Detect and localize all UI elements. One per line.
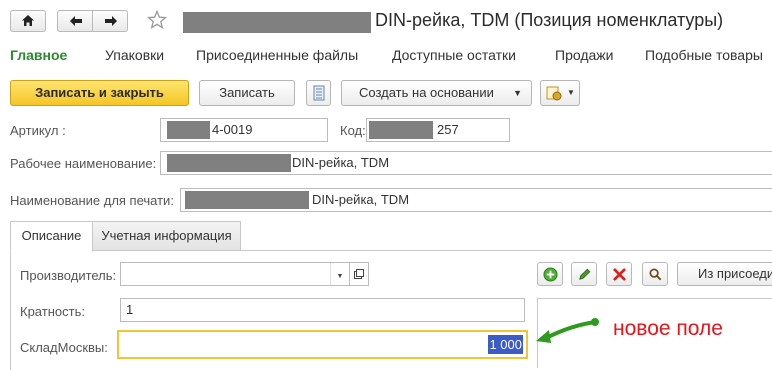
redacted-block [185,191,309,209]
tab-sales[interactable]: Продажи [555,47,613,63]
print-name-value: DIN-рейка, TDM [312,192,410,207]
pencil-icon [579,268,591,280]
print-menu-button[interactable]: ▼ [540,80,580,106]
redacted-block [167,121,210,139]
from-attached-label: Из присоеди [698,266,772,281]
home-icon [22,15,34,26]
tab-attached-files[interactable]: Присоединенные файлы [196,47,358,63]
open-window-icon [354,269,364,279]
forward-button[interactable] [92,10,128,32]
save-and-close-button[interactable]: Записать и закрыть [10,80,189,106]
delete-x-icon [613,268,626,281]
work-name-value: DIN-рейка, TDM [292,155,390,170]
dropdown-triangle-icon: ▼ [336,273,344,280]
work-name-label: Рабочее наименование: [10,156,157,171]
tab-main[interactable]: Главное [10,47,67,63]
from-attached-button[interactable]: Из присоеди [677,262,772,286]
home-button[interactable] [10,10,46,32]
warehouse-field[interactable]: 1 000 [117,330,528,359]
work-name-field[interactable]: DIN-рейка, TDM [160,151,772,175]
star-outline-icon[interactable] [147,10,167,30]
article-value: 4-0019 [212,122,253,137]
tab-available-stock[interactable]: Доступные остатки [392,47,516,63]
article-field[interactable]: 4-0019 [160,118,328,142]
annotation-text: новое поле [613,317,723,340]
code-value: 257 [437,122,459,137]
open-button[interactable] [349,262,369,286]
arrow-left-icon [70,16,82,26]
warehouse-label: СкладМосквы: [20,340,108,355]
dropdown-triangle-icon: ▼ [513,88,522,98]
print-name-field[interactable]: DIN-рейка, TDM [180,188,772,212]
list-document-icon [313,85,325,101]
dropdown-triangle-icon: ▼ [567,88,575,97]
document-settings-icon [546,86,562,101]
warehouse-value: 1 000 [488,335,523,354]
page-title: DIN-рейка, TDM (Позиция номенклатуры) [375,10,724,30]
edit-button[interactable] [571,262,597,286]
plus-circle-icon [543,267,558,282]
print-name-label: Наименование для печати: [10,193,174,208]
redacted-block [167,154,291,172]
search-button[interactable] [642,262,668,286]
code-field[interactable]: 257 [366,118,510,142]
create-based-on-button[interactable]: Создать на основании ▼ [341,80,532,106]
redacted-block [369,121,433,139]
tab-accounting-info[interactable]: Учетная информация [93,221,241,251]
multiplicity-field[interactable]: 1 [120,298,525,322]
back-button[interactable] [57,10,93,32]
annotation-arrow [536,318,599,343]
tab-description[interactable]: Описание [10,221,93,252]
article-label: Артикул : [10,123,66,138]
dropdown-button[interactable]: ▼ [330,263,349,285]
code-label: Код: [340,123,366,138]
multiplicity-value: 1 [126,302,134,317]
save-button[interactable]: Записать [199,80,295,106]
create-based-on-label: Создать на основании [359,85,494,100]
magnifier-icon [649,268,662,281]
tab-packages[interactable]: Упаковки [105,47,164,63]
tab-similar-goods[interactable]: Подобные товары [645,47,763,63]
arrow-right-icon [105,16,117,26]
report-button[interactable] [306,80,331,106]
add-button[interactable] [537,262,563,286]
manufacturer-field[interactable]: ▼ [120,262,350,286]
multiplicity-label: Кратность: [20,304,85,319]
redacted-block [183,12,371,33]
delete-button[interactable] [606,262,632,286]
manufacturer-label: Производитель: [20,268,117,283]
